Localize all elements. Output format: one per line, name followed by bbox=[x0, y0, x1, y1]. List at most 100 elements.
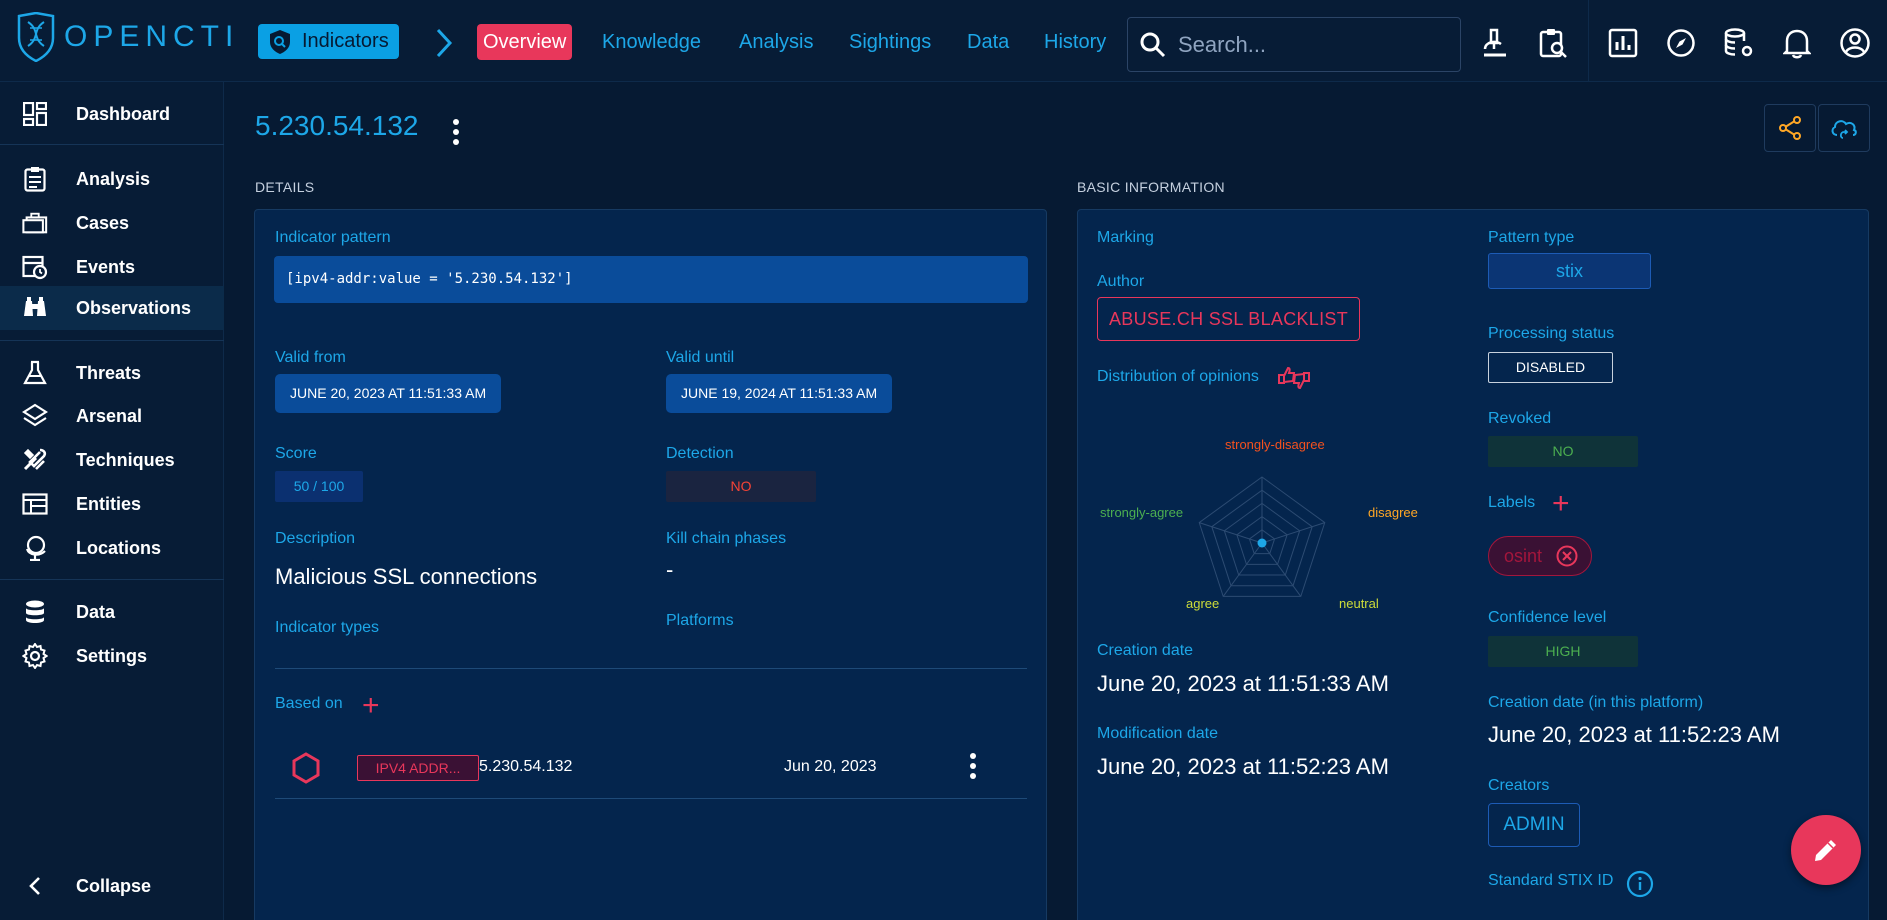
revoked-label: Revoked bbox=[1488, 410, 1552, 427]
sidebar-item-settings[interactable]: Settings bbox=[0, 634, 224, 678]
tab-analysis[interactable]: Analysis bbox=[733, 24, 819, 60]
thumbs-up-down-icon[interactable] bbox=[1277, 363, 1311, 395]
tab-overview[interactable]: Overview bbox=[477, 24, 573, 60]
investigation-button[interactable] bbox=[1536, 26, 1570, 60]
tab-history[interactable]: History bbox=[1038, 24, 1112, 60]
valid-from-chip: JUNE 20, 2023 AT 11:51:33 AM bbox=[275, 374, 502, 413]
sidebar-divider bbox=[0, 579, 224, 580]
creators-label: Creators bbox=[1488, 777, 1550, 794]
sidebar-item-techniques[interactable]: Techniques bbox=[0, 438, 224, 482]
tab-knowledge[interactable]: Knowledge bbox=[596, 24, 707, 60]
tab-data[interactable]: Data bbox=[961, 24, 1015, 60]
edit-button[interactable] bbox=[1791, 815, 1861, 885]
radar-label-disagree: disagree bbox=[1368, 505, 1418, 520]
valid-until-chip: JUNE 19, 2024 AT 11:51:33 AM bbox=[666, 374, 893, 413]
sidebar-item-dashboard[interactable]: Dashboard bbox=[0, 92, 224, 136]
sidebar-item-entities[interactable]: Entities bbox=[0, 482, 224, 526]
gear-icon bbox=[22, 643, 48, 669]
sidebar-divider bbox=[0, 144, 224, 145]
author-chip[interactable]: ABUSE.CH SSL BLACKLIST bbox=[1097, 297, 1361, 341]
opinions-radar-chart bbox=[1198, 476, 1326, 597]
notifications-button[interactable] bbox=[1780, 26, 1814, 60]
sidebar-item-cases[interactable]: Cases bbox=[0, 201, 224, 245]
pencil-icon bbox=[1815, 840, 1836, 861]
tab-sightings[interactable]: Sightings bbox=[843, 24, 937, 60]
processing-status-chip: DISABLED bbox=[1488, 352, 1613, 383]
microscope-button[interactable] bbox=[1478, 26, 1512, 60]
sidebar-item-arsenal[interactable]: Arsenal bbox=[0, 394, 224, 438]
profile-button[interactable] bbox=[1838, 26, 1872, 60]
explore-button[interactable] bbox=[1664, 26, 1698, 60]
flask-icon bbox=[22, 360, 48, 386]
sidebar-item-label: Locations bbox=[76, 537, 162, 558]
divider bbox=[275, 798, 1027, 799]
database-cog-icon bbox=[1724, 28, 1753, 57]
sidebar-collapse-button[interactable]: Collapse bbox=[0, 864, 224, 908]
collapse-label: Collapse bbox=[76, 875, 152, 896]
indicator-pattern-value: [ipv4-addr:value = '5.230.54.132'] bbox=[274, 256, 1028, 303]
dashboards-button[interactable] bbox=[1606, 26, 1640, 60]
platform-creation-value: June 20, 2023 at 11:52:23 AM bbox=[1488, 722, 1780, 747]
info-icon[interactable] bbox=[1626, 870, 1654, 898]
confidence-label: Confidence level bbox=[1488, 609, 1607, 626]
sidebar-item-data[interactable]: Data bbox=[0, 590, 224, 634]
compass-icon bbox=[1667, 29, 1695, 57]
radar-label-neutral: neutral bbox=[1339, 596, 1379, 611]
add-based-on-button[interactable]: + bbox=[362, 691, 380, 721]
sidebar-item-label: Arsenal bbox=[76, 405, 143, 426]
microscope-icon bbox=[1483, 28, 1506, 57]
add-label-button[interactable]: + bbox=[1552, 489, 1570, 519]
briefcase-icon bbox=[22, 210, 48, 236]
confidence-chip: HIGH bbox=[1488, 636, 1638, 667]
search-input[interactable] bbox=[1178, 31, 1438, 58]
cloud-sync-button[interactable] bbox=[1818, 104, 1870, 152]
indicator-pattern-label: Indicator pattern bbox=[275, 229, 391, 246]
kill-chain-label: Kill chain phases bbox=[666, 530, 787, 547]
entity-type-chip: IPV4 ADDR... bbox=[357, 755, 479, 781]
breadcrumb-indicators[interactable]: Indicators bbox=[258, 24, 399, 59]
breadcrumb-label: Indicators bbox=[302, 30, 389, 52]
sidebar-item-analysis[interactable]: Analysis bbox=[0, 157, 224, 201]
layers-icon bbox=[22, 403, 48, 429]
logo-text: OPENCTI bbox=[64, 20, 240, 53]
creation-date-label: Creation date bbox=[1097, 642, 1194, 659]
sidebar-item-observations[interactable]: Observations bbox=[0, 286, 224, 330]
bar-chart-icon bbox=[1608, 28, 1638, 58]
close-circle-icon[interactable] bbox=[1556, 545, 1578, 567]
sidebar-item-label: Entities bbox=[76, 493, 142, 514]
more-vertical-icon[interactable] bbox=[452, 118, 460, 146]
pattern-type-chip: stix bbox=[1488, 253, 1651, 289]
description-label: Description bbox=[275, 530, 356, 547]
sidebar-item-label: Observations bbox=[76, 297, 192, 318]
sidebar-item-locations[interactable]: Locations bbox=[0, 526, 224, 570]
sidebar-item-label: Techniques bbox=[76, 449, 175, 470]
chevron-right-icon bbox=[436, 28, 453, 58]
radar-label-strongly-agree: strongly-agree bbox=[1100, 505, 1184, 520]
table-icon bbox=[22, 491, 48, 517]
share-button[interactable] bbox=[1764, 104, 1816, 152]
creator-chip[interactable]: ADMIN bbox=[1488, 803, 1580, 847]
account-circle-icon bbox=[1840, 28, 1870, 58]
sidebar-item-threats[interactable]: Threats bbox=[0, 351, 224, 395]
more-vertical-icon[interactable] bbox=[969, 752, 977, 780]
marking-label: Marking bbox=[1097, 229, 1154, 246]
divider bbox=[275, 668, 1027, 669]
based-on-label: Based on bbox=[275, 695, 343, 712]
sidebar-item-events[interactable]: Events bbox=[0, 245, 224, 289]
shield-search-icon bbox=[270, 29, 290, 54]
hexagon-icon bbox=[292, 752, 320, 784]
cloud-refresh-icon bbox=[1831, 120, 1857, 139]
revoked-chip: NO bbox=[1488, 436, 1638, 467]
platform-creation-label: Creation date (in this platform) bbox=[1488, 694, 1704, 711]
basic-info-section-title: BASIC INFORMATION bbox=[1077, 179, 1225, 195]
sidebar-item-label: Settings bbox=[76, 645, 148, 666]
toolbar-divider bbox=[1588, 0, 1589, 82]
search-box[interactable] bbox=[1127, 17, 1461, 72]
clipboard-search-icon bbox=[1539, 29, 1567, 58]
calendar-clock-icon bbox=[22, 254, 48, 280]
opencti-logo-icon bbox=[17, 12, 55, 62]
globe-icon bbox=[22, 535, 48, 561]
opinions-label: Distribution of opinions bbox=[1097, 368, 1259, 385]
data-settings-button[interactable] bbox=[1722, 26, 1756, 60]
logo[interactable]: OPENCTI bbox=[16, 12, 239, 62]
